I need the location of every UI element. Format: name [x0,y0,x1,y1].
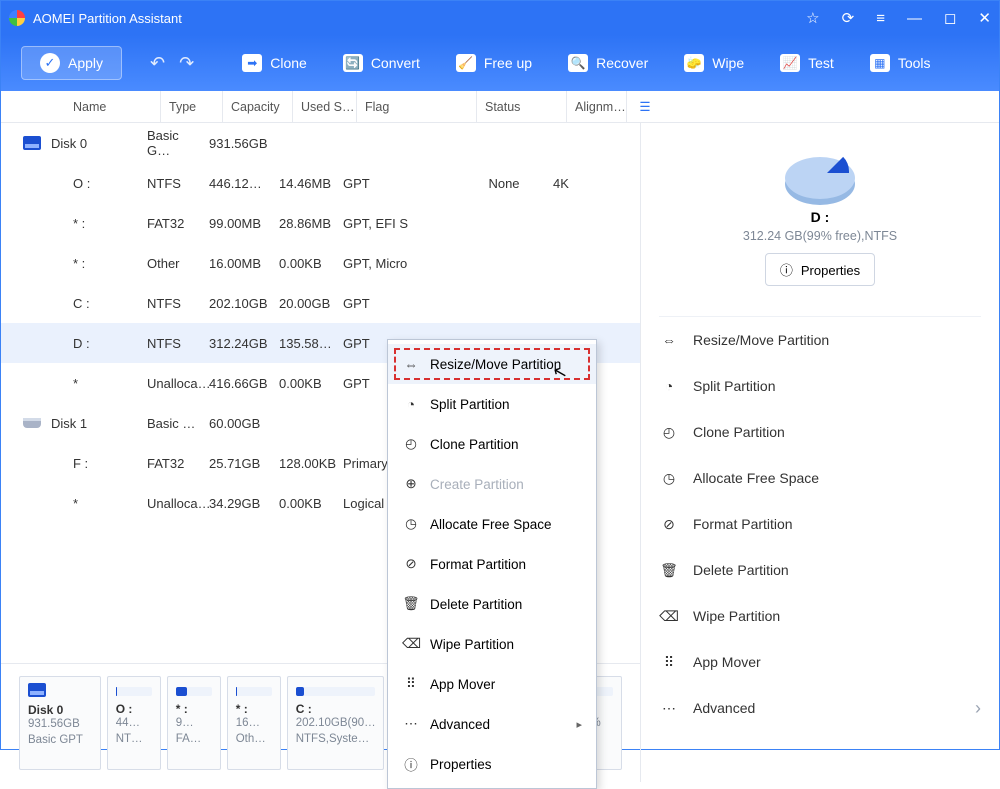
selected-partition-meta: 312.24 GB(99% free),NTFS [659,229,981,243]
toolbar-free-up[interactable]: 🧹Free up [456,54,532,72]
apply-button[interactable]: ✓ Apply [21,46,122,80]
disk-icon [23,136,41,150]
side-panel: D : 312.24 GB(99% free),NTFS Properties … [641,123,999,782]
partition-row[interactable]: * :Other16.00MB0.00KBGPT, Micro [1,243,640,283]
ctx-advanced[interactable]: ⋯Advanced [388,704,596,744]
recover-icon: 🔍 [568,54,588,72]
toolbar-recover[interactable]: 🔍Recover [568,54,648,72]
ctx-allocate-free-space[interactable]: ◷Allocate Free Space [388,504,596,544]
op-icon: ⊘ [659,516,679,533]
convert-icon: 🔄 [343,54,363,72]
col-capacity[interactable]: Capacity [223,91,293,122]
op-icon: ⠿ [659,654,679,671]
clone-icon: ➡ [242,54,262,72]
op-icon: ⋯ [659,700,679,717]
main-toolbar: ✓ Apply ↶ ↷ ➡Clone 🔄Convert 🧹Free up 🔍Recov… [1,35,999,91]
ctx-icon: ◴ [402,436,420,452]
ctx-split-partition[interactable]: ◔Split Partition [388,384,596,424]
col-used[interactable]: Used S… [293,91,357,122]
app-title: AOMEI Partition Assistant [33,11,806,26]
ctx-icon: ⊕ [402,476,420,492]
close-icon[interactable]: ✕ [978,9,991,27]
partition-row[interactable]: O :NTFS446.12…14.46MBGPTNone4K [1,163,640,203]
ctx-icon: ⠿ [402,676,420,692]
ctx-wipe-partition[interactable]: ⌫Wipe Partition [388,624,596,664]
op-icon: ◴ [659,424,679,441]
undo-icon[interactable]: ↶ [150,53,165,74]
op-delete-partition[interactable]: 🗑Delete Partition [659,547,981,593]
toolbar-wipe[interactable]: 🧽Wipe [684,54,744,72]
ctx-clone-partition[interactable]: ◴Clone Partition [388,424,596,464]
check-icon: ✓ [40,53,60,73]
test-icon: 📈 [780,54,800,72]
col-name[interactable]: Name [65,91,161,122]
disk-row[interactable]: Disk 0Basic G…931.56GB [1,123,640,163]
maximize-icon[interactable]: ◻ [944,9,956,27]
diskmap-part[interactable]: * :9…FA… [167,676,221,770]
op-allocate-free-space[interactable]: ◷Allocate Free Space [659,455,981,501]
op-icon: ◷ [659,470,679,487]
col-flag[interactable]: Flag [357,91,477,122]
op-split-partition[interactable]: ◔Split Partition [659,363,981,409]
toolbar-test[interactable]: 📈Test [780,54,834,72]
col-align[interactable]: Alignm… [567,91,627,122]
op-app-mover[interactable]: ⠿App Mover [659,639,981,685]
op-resize-move-partition[interactable]: ⇔Resize/Move Partition [659,317,981,363]
usage-pie-icon [785,145,855,203]
partition-row[interactable]: C :NTFS202.10GB20.00GBGPT [1,283,640,323]
toolbar-convert[interactable]: 🔄Convert [343,54,420,72]
ctx-icon: ⊘ [402,556,420,572]
ctx-icon: ⋯ [402,716,420,732]
ctx-icon: ⇔ [402,357,420,372]
ctx-icon: ◷ [402,516,420,532]
op-clone-partition[interactable]: ◴Clone Partition [659,409,981,455]
ctx-properties[interactable]: ⓘProperties [388,744,596,784]
menu-icon[interactable]: ≡ [876,10,885,27]
diskmap-part[interactable]: O :44…NT… [107,676,161,770]
refresh-icon[interactable]: ⟳ [842,9,855,27]
ctx-delete-partition[interactable]: 🗑Delete Partition [388,584,596,624]
disk-icon [28,683,46,697]
op-icon: ⌫ [659,608,679,625]
ctx-app-mover[interactable]: ⠿App Mover [388,664,596,704]
column-settings-icon[interactable]: ☰ [627,91,655,122]
op-advanced[interactable]: ⋯Advanced [659,685,981,731]
column-header: Name Type Capacity Used S… Flag Status A… [1,91,999,123]
diskmap-part[interactable]: C :202.10GB(90…NTFS,Syste… [287,676,385,770]
col-type[interactable]: Type [161,91,223,122]
partition-row[interactable]: * :FAT3299.00MB28.86MBGPT, EFI S [1,203,640,243]
op-wipe-partition[interactable]: ⌫Wipe Partition [659,593,981,639]
minimize-icon[interactable]: — [907,10,922,27]
favorite-icon[interactable]: ☆ [806,9,819,27]
partition-context-menu: ⇔Resize/Move Partition◔Split Partition◴C… [387,339,597,789]
redo-icon[interactable]: ↷ [179,53,194,74]
op-format-partition[interactable]: ⊘Format Partition [659,501,981,547]
diskmap-disk[interactable]: Disk 0931.56GBBasic GPT [19,676,101,770]
op-icon: ◔ [659,378,679,394]
col-status[interactable]: Status [477,91,567,122]
ctx-format-partition[interactable]: ⊘Format Partition [388,544,596,584]
hdd-icon [23,418,41,428]
free up-icon: 🧹 [456,54,476,72]
toolbar-tools[interactable]: ▦Tools [870,54,931,72]
ctx-icon: ⓘ [402,754,420,774]
ctx-icon: 🗑 [402,596,420,612]
apply-label: Apply [68,55,103,71]
app-logo-icon [9,10,25,26]
wipe-icon: 🧽 [684,54,704,72]
diskmap-part[interactable]: * :16…Oth… [227,676,281,770]
toolbar-clone[interactable]: ➡Clone [242,54,307,72]
title-bar: AOMEI Partition Assistant ☆ ⟳ ≡ — ◻ ✕ [1,1,999,35]
op-icon: ⇔ [659,332,679,348]
properties-button[interactable]: Properties [765,253,875,286]
ctx-create-partition: ⊕Create Partition [388,464,596,504]
ctx-icon: ◔ [402,397,420,412]
selected-partition-title: D : [659,209,981,225]
tools-icon: ▦ [870,54,890,72]
ctx-icon: ⌫ [402,636,420,652]
op-icon: 🗑 [659,562,679,579]
